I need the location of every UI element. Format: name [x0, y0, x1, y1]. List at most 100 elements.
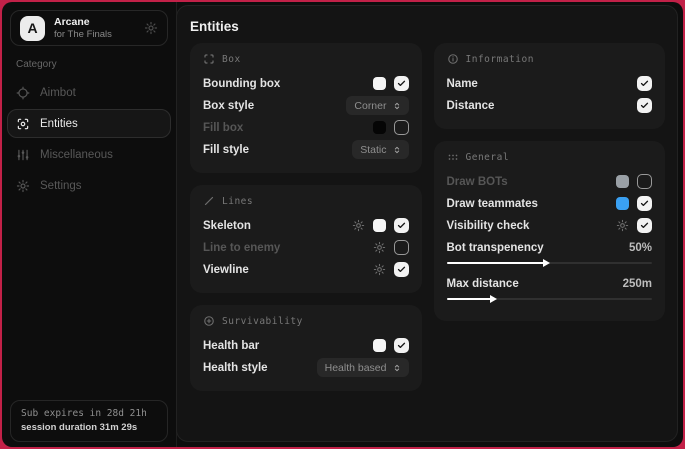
slider-value: 50% [629, 242, 652, 254]
lines-card: Lines Skeleton [190, 185, 422, 293]
box-corners-icon [203, 53, 215, 65]
setting-row: Skeleton [203, 215, 409, 236]
slider-value: 250m [623, 278, 652, 290]
setting-row: Health style Health based [203, 357, 409, 378]
unfold-icon [393, 145, 401, 155]
max-distance-slider[interactable] [447, 298, 653, 300]
fill-style-dropdown[interactable]: Static [352, 140, 408, 159]
sidebar-item-label: Miscellaneous [40, 149, 113, 161]
gear-icon[interactable] [373, 263, 386, 276]
bot-transparency-slider[interactable] [447, 262, 653, 264]
main-panel: Entities Box Bounding box [176, 5, 678, 442]
checkbox[interactable] [394, 262, 409, 277]
setting-label: Fill style [203, 144, 249, 156]
app-frame: A Arcane for The Finals Category [0, 0, 685, 449]
app-subtitle: for The Finals [54, 29, 112, 41]
setting-label: Line to enemy [203, 242, 280, 254]
sidebar-nav: Aimbot Entities [2, 78, 176, 200]
health-cross-icon [203, 315, 215, 327]
category-label: Category [16, 59, 176, 70]
setting-label: Skeleton [203, 220, 251, 232]
setting-label: Draw BOTs [447, 176, 508, 188]
cards-grid: Box Bounding box Box style [177, 34, 677, 391]
sidebar-item-aimbot[interactable]: Aimbot [7, 78, 171, 107]
info-icon [447, 53, 459, 65]
setting-label: Viewline [203, 264, 249, 276]
setting-label: Max distance [447, 278, 519, 290]
color-swatch[interactable] [373, 339, 386, 352]
setting-label: Draw teammates [447, 198, 538, 210]
gear-icon[interactable] [144, 21, 158, 35]
app-name: Arcane [54, 16, 112, 29]
setting-row: Fill box [203, 117, 409, 138]
sidebar-item-miscellaneous[interactable]: Miscellaneous [7, 140, 171, 169]
slider-label-row: Bot transpenency 50% [447, 237, 653, 258]
setting-row: Name [447, 73, 653, 94]
color-swatch[interactable] [373, 219, 386, 232]
left-column: Box Bounding box Box style [190, 43, 422, 391]
checkbox[interactable] [394, 120, 409, 135]
sidebar-item-label: Aimbot [40, 87, 76, 99]
information-card-header: Information [447, 53, 653, 65]
gear-icon[interactable] [373, 241, 386, 254]
app-header: A Arcane for The Finals [10, 10, 168, 46]
setting-label: Bounding box [203, 78, 280, 90]
lines-card-header: Lines [203, 195, 409, 207]
checkbox[interactable] [394, 240, 409, 255]
grid-dots-icon [447, 151, 459, 163]
setting-label: Name [447, 78, 478, 90]
sliders-icon [16, 148, 30, 162]
slider-label-row: Max distance 250m [447, 273, 653, 294]
setting-label: Box style [203, 100, 254, 112]
sidebar-item-entities[interactable]: Entities [7, 109, 171, 138]
setting-label: Bot transpenency [447, 242, 544, 254]
information-card: Information Name Distance [434, 43, 666, 129]
survivability-card-header: Survivability [203, 315, 409, 327]
setting-label: Visibility check [447, 220, 530, 232]
gear-icon[interactable] [616, 219, 629, 232]
diagonal-line-icon [203, 195, 215, 207]
scan-icon [16, 117, 30, 131]
setting-label: Fill box [203, 122, 243, 134]
slider-fill [447, 298, 492, 300]
color-swatch[interactable] [373, 77, 386, 90]
checkbox[interactable] [637, 98, 652, 113]
color-swatch[interactable] [373, 121, 386, 134]
setting-row: Visibility check [447, 215, 653, 236]
app-window: A Arcane for The Finals Category [2, 2, 683, 447]
slider-fill [447, 262, 546, 264]
setting-row: Fill style Static [203, 139, 409, 160]
setting-row: Health bar [203, 335, 409, 356]
setting-label: Health bar [203, 340, 259, 352]
setting-label: Health style [203, 362, 268, 374]
checkbox[interactable] [394, 338, 409, 353]
checkbox[interactable] [394, 218, 409, 233]
setting-row: Distance [447, 95, 653, 116]
color-swatch[interactable] [616, 197, 629, 210]
setting-row: Line to enemy [203, 237, 409, 258]
setting-label: Distance [447, 100, 495, 112]
setting-row: Bounding box [203, 73, 409, 94]
subscription-info: Sub expires in 28d 21h session duration … [10, 400, 168, 442]
checkbox[interactable] [637, 76, 652, 91]
checkbox[interactable] [394, 76, 409, 91]
color-swatch[interactable] [616, 175, 629, 188]
page-title: Entities [177, 6, 677, 34]
health-style-dropdown[interactable]: Health based [317, 358, 409, 377]
gear-icon [16, 179, 30, 193]
checkbox[interactable] [637, 196, 652, 211]
checkbox[interactable] [637, 218, 652, 233]
gear-icon[interactable] [352, 219, 365, 232]
right-column: Information Name Distance [434, 43, 666, 321]
general-card-header: General [447, 151, 653, 163]
box-style-dropdown[interactable]: Corner [346, 96, 408, 115]
checkbox[interactable] [637, 174, 652, 189]
sidebar-item-settings[interactable]: Settings [7, 171, 171, 200]
app-logo: A [20, 16, 45, 41]
setting-row: Box style Corner [203, 95, 409, 116]
crosshair-icon [16, 86, 30, 100]
setting-row: Draw teammates [447, 193, 653, 214]
setting-row: Draw BOTs [447, 171, 653, 192]
sidebar-item-label: Settings [40, 180, 82, 192]
box-card: Box Bounding box Box style [190, 43, 422, 173]
